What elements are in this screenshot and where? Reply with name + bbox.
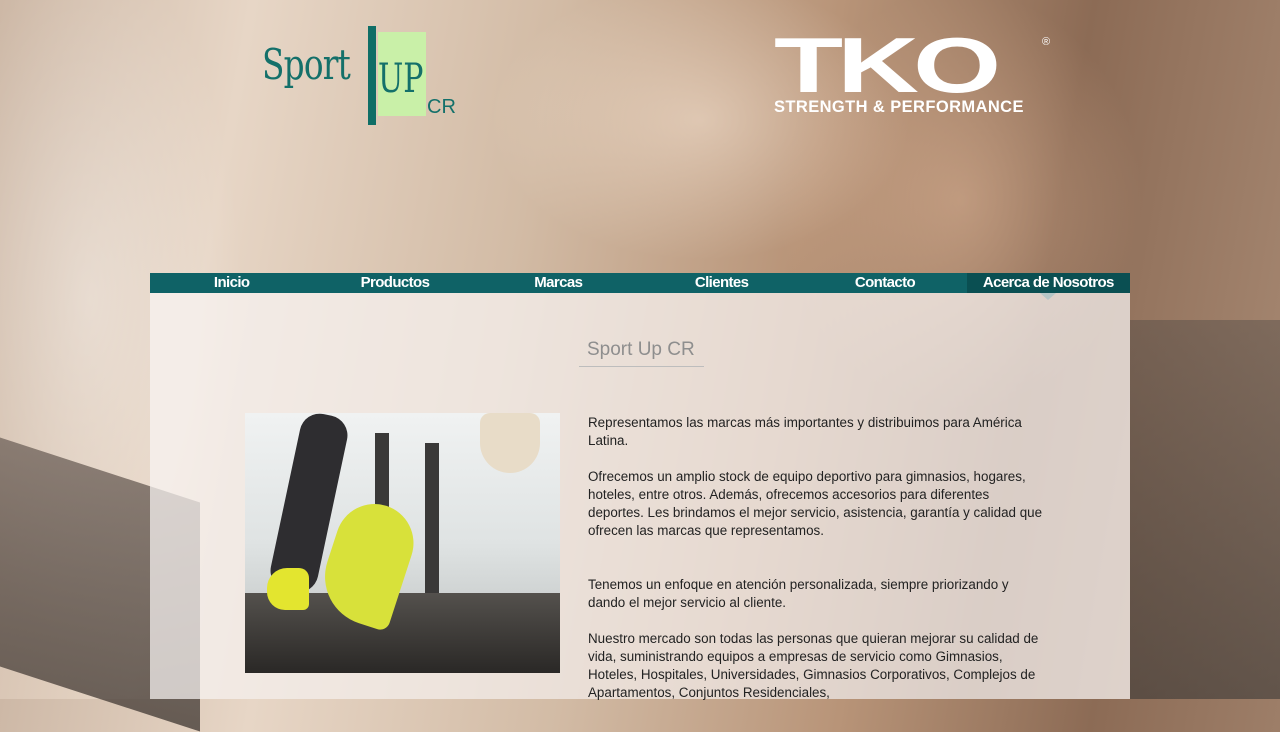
tko-tagline: STRENGTH & PERFORMANCE <box>774 98 1024 116</box>
paragraph: Nuestro mercado son todas las personas q… <box>588 631 1039 700</box>
nav-item-contacto[interactable]: Contacto <box>803 273 966 293</box>
nav-item-inicio[interactable]: Inicio <box>150 273 313 293</box>
nav-item-marcas[interactable]: Marcas <box>477 273 640 293</box>
paragraph: Ofrecemos un amplio stock de equipo depo… <box>588 469 1043 538</box>
registered-mark: ® <box>1042 36 1051 48</box>
logo-up-text: UP <box>378 56 424 102</box>
runner-leg-background <box>480 413 540 473</box>
logo-sport-text: Sport <box>262 40 351 89</box>
nav-item-clientes[interactable]: Clientes <box>640 273 803 293</box>
paragraph: Tenemos un enfoque en atención personali… <box>588 577 1009 610</box>
sportup-logo[interactable]: Sport UP CR <box>262 26 462 126</box>
paragraph: Representamos las marcas más importantes… <box>588 415 1022 448</box>
background-gym-equipment <box>1130 320 1280 699</box>
treadmill-post <box>425 443 439 593</box>
nav-item-acerca-de-nosotros[interactable]: Acerca de Nosotros <box>966 273 1130 300</box>
main-nav: Inicio Productos Marcas Clientes Contact… <box>150 273 1130 300</box>
treadmill-runner-image <box>245 413 560 673</box>
tko-logo[interactable]: TKO ® STRENGTH & PERFORMANCE <box>774 21 1059 120</box>
yellow-shoe-back <box>267 568 309 610</box>
about-text: Representamos las marcas más importantes… <box>588 414 1043 720</box>
logo-cr-text: CR <box>427 96 456 118</box>
title-underline <box>579 366 704 367</box>
content-panel: Sport Up CR Representamos las marcas más… <box>150 293 1130 700</box>
nav-item-productos[interactable]: Productos <box>313 273 476 293</box>
page-title: Sport Up CR <box>587 339 695 360</box>
logo-divider-bar <box>368 26 376 125</box>
